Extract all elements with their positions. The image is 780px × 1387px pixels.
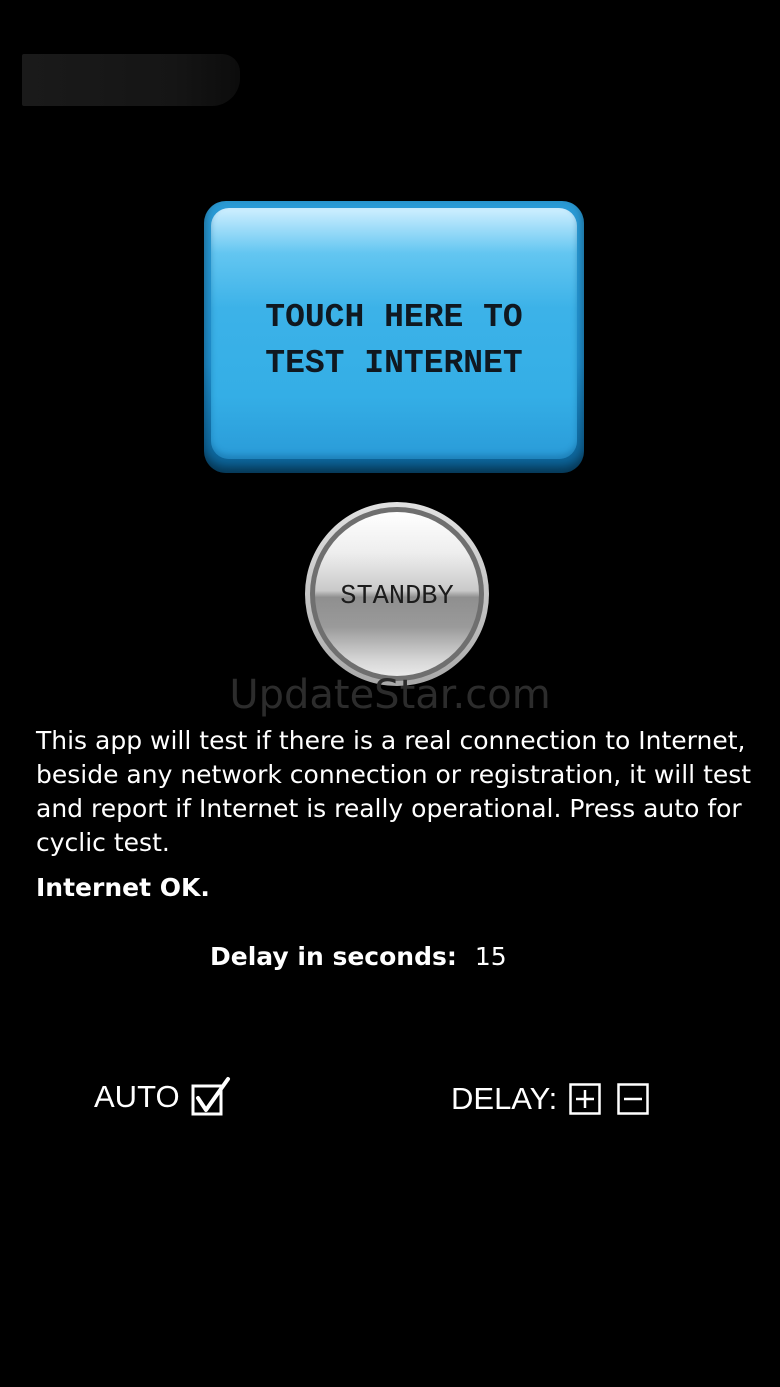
plus-box-icon[interactable] bbox=[569, 1083, 602, 1115]
delay-readout: Delay in seconds: 15 bbox=[210, 942, 507, 971]
test-internet-button[interactable]: TOUCH HERE TO TEST INTERNET bbox=[204, 201, 584, 473]
standby-label: STANDBY bbox=[340, 582, 454, 612]
auto-toggle[interactable]: AUTO bbox=[94, 1074, 232, 1120]
delay-control-label: DELAY: bbox=[451, 1081, 558, 1116]
minus-box-icon[interactable] bbox=[617, 1083, 650, 1115]
delay-control: DELAY: bbox=[451, 1078, 650, 1120]
test-internet-button-label: TOUCH HERE TO TEST INTERNET bbox=[265, 299, 523, 382]
redacted-header-area bbox=[22, 54, 240, 106]
delay-readout-label: Delay in seconds: bbox=[210, 942, 457, 971]
status-text: Internet OK. bbox=[36, 873, 210, 902]
auto-label: AUTO bbox=[94, 1079, 180, 1114]
app-description: This app will test if there is a real co… bbox=[36, 726, 752, 857]
delay-readout-value: 15 bbox=[474, 942, 507, 971]
checkbox-checked-icon[interactable] bbox=[190, 1076, 232, 1118]
standby-indicator: STANDBY bbox=[305, 502, 489, 686]
watermark: UpdateStar.com bbox=[229, 672, 551, 718]
